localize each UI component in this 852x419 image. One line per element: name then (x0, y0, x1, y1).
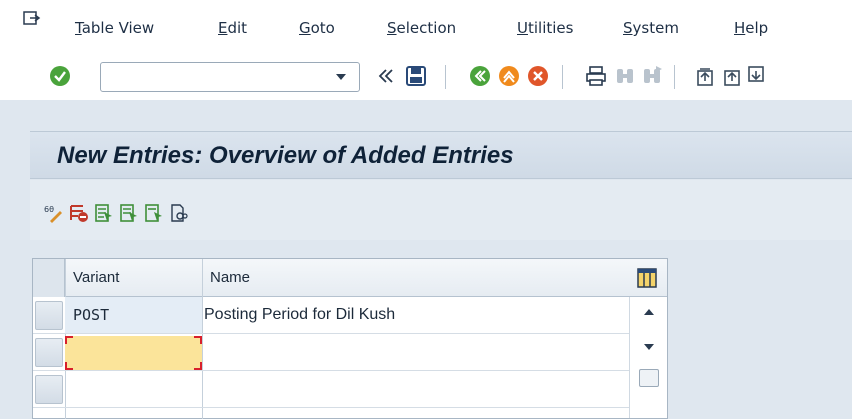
page-title: New Entries: Overview of Added Entries (57, 142, 514, 169)
scroll-down-icon[interactable] (642, 342, 656, 352)
table-row[interactable]: POST Posting Period for Dil Kush (33, 297, 629, 334)
table-row[interactable] (33, 371, 629, 408)
toolbar-separator (562, 65, 563, 89)
select-all-icon[interactable] (94, 203, 114, 223)
menu-item-goto[interactable]: Goto (299, 19, 335, 37)
application-toolbar: 6θ (30, 180, 852, 240)
focus-corner-marker (65, 336, 73, 344)
menu-bar: Table View Edit Goto Selection Utilities… (0, 0, 852, 52)
menu-item-table-view[interactable]: Table View (75, 19, 154, 37)
find-icon[interactable] (614, 65, 636, 87)
table-row[interactable] (33, 334, 629, 371)
change-display-icon[interactable]: 6θ (44, 203, 64, 223)
variant-cell[interactable]: POST (65, 297, 202, 333)
table-header-row: Variant Name (33, 259, 667, 297)
name-value[interactable]: Posting Period for Dil Kush (204, 306, 395, 324)
column-header-variant[interactable]: Variant (73, 269, 119, 286)
menu-item-help[interactable]: Help (734, 19, 768, 37)
column-header-name[interactable]: Name (210, 269, 250, 286)
scroll-thumb[interactable] (639, 369, 659, 387)
deselect-all-icon[interactable] (144, 203, 164, 223)
entries-table: Variant Name POST Posting Period for Dil… (32, 258, 668, 419)
menu-item-edit[interactable]: Edit (218, 19, 247, 37)
back-double-chevron-icon[interactable] (375, 65, 397, 87)
menu-item-selection[interactable]: Selection (387, 19, 456, 37)
vertical-scrollbar[interactable] (629, 297, 667, 418)
title-bar: New Entries: Overview of Added Entries (30, 131, 852, 179)
svg-text:6θ: 6θ (44, 205, 54, 214)
focus-corner-marker (65, 362, 73, 370)
cancel-icon[interactable] (527, 65, 549, 87)
focus-corner-marker (194, 336, 202, 344)
dropdown-icon[interactable] (334, 71, 348, 83)
command-field[interactable] (100, 62, 360, 92)
row-selector[interactable] (35, 301, 63, 330)
variant-input-active[interactable] (65, 336, 202, 370)
menu-item-system[interactable]: System (623, 19, 679, 37)
toolbar-separator (445, 65, 446, 89)
scroll-up-icon[interactable] (642, 307, 656, 317)
toolbar-separator (674, 65, 675, 89)
next-page-icon[interactable] (745, 65, 767, 87)
first-page-icon[interactable] (694, 65, 716, 87)
select-all-rows-button[interactable] (33, 259, 65, 297)
back-icon[interactable] (469, 65, 491, 87)
menu-exit-icon[interactable] (23, 10, 41, 28)
select-block-icon[interactable] (119, 203, 139, 223)
save-icon[interactable] (405, 65, 427, 87)
row-selector[interactable] (35, 375, 63, 404)
row-selector[interactable] (35, 338, 63, 367)
focus-corner-marker (194, 362, 202, 370)
variant-value: POST (73, 306, 110, 324)
exit-icon[interactable] (498, 65, 520, 87)
print-icon[interactable] (585, 65, 607, 87)
delete-row-icon[interactable] (69, 203, 89, 223)
enter-icon[interactable] (49, 65, 71, 87)
menu-item-utilities[interactable]: Utilities (517, 19, 573, 37)
copy-as-icon[interactable] (169, 203, 189, 223)
find-next-icon[interactable] (641, 65, 663, 87)
column-settings-icon[interactable] (637, 268, 657, 288)
previous-page-icon[interactable] (721, 65, 743, 87)
